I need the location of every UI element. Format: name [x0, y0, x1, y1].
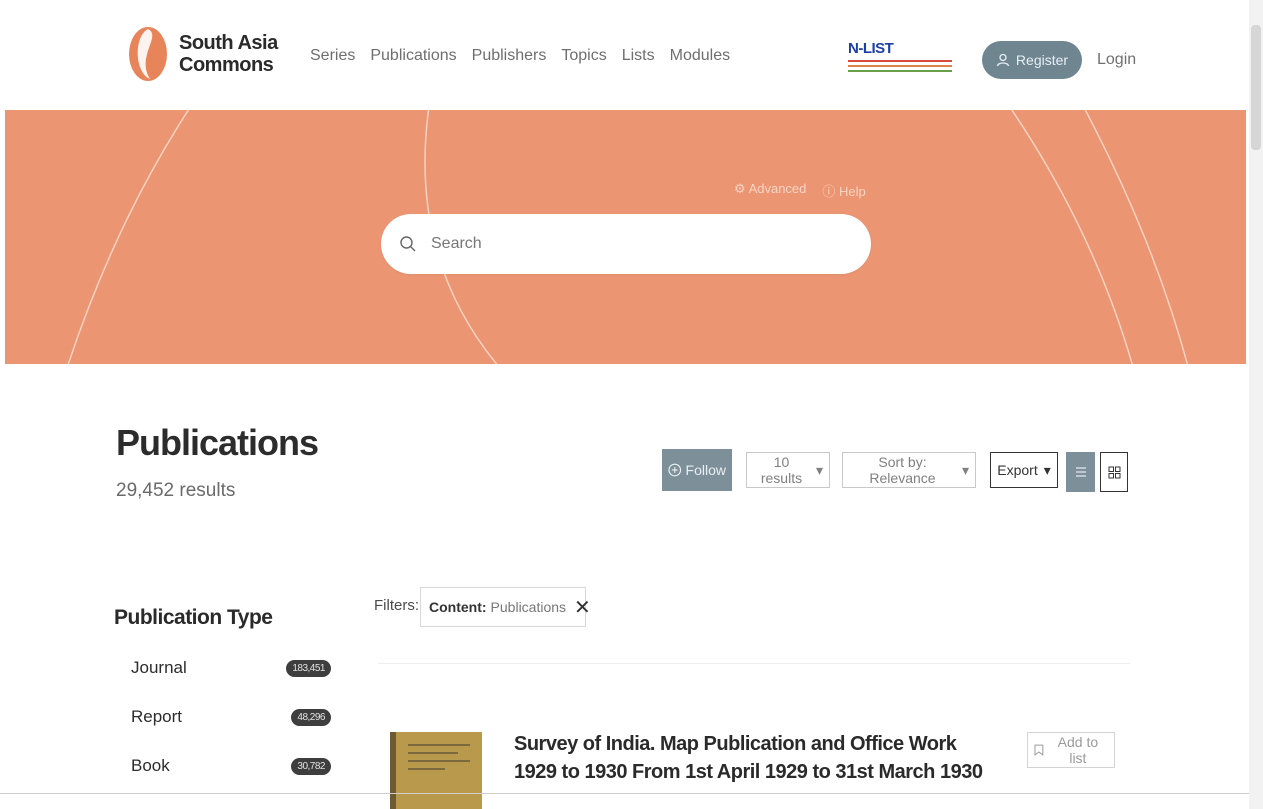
follow-button[interactable]: Follow — [662, 449, 732, 491]
grid-icon — [1108, 466, 1120, 478]
help-link[interactable]: ⓘ Help — [822, 181, 865, 200]
brand-name: South Asia Commons — [179, 32, 278, 76]
filters-label: Filters: — [374, 597, 419, 614]
facet-item-report[interactable]: Report 48,296 — [131, 705, 331, 729]
advanced-search-link[interactable]: ⚙ Advanced — [734, 181, 806, 200]
user-icon — [996, 53, 1010, 67]
nav-lists[interactable]: Lists — [622, 47, 655, 65]
sort-select[interactable]: Sort by: Relevance ▾ — [842, 452, 976, 488]
nav-topics[interactable]: Topics — [561, 47, 606, 65]
brand-name-line2: Commons — [179, 54, 274, 76]
thumbnail-cover-art — [408, 744, 470, 776]
hero-banner: ⚙ Advanced ⓘ Help — [5, 110, 1246, 364]
site-header: South Asia Commons Series Publications P… — [0, 0, 1263, 110]
brand-name-line1: South Asia — [179, 32, 278, 54]
nlist-tagline-bar — [848, 70, 952, 72]
site-logo[interactable]: South Asia Commons — [128, 26, 278, 82]
nlist-tagline-bar — [848, 65, 952, 67]
nav-publications[interactable]: Publications — [370, 47, 456, 65]
scrollbar-thumb[interactable] — [1251, 25, 1261, 150]
search-helper-links: ⚙ Advanced ⓘ Help — [734, 181, 866, 200]
facet-title-publication-type: Publication Type — [114, 606, 273, 629]
add-to-list-button[interactable]: Add to list — [1027, 732, 1115, 768]
nav-publishers[interactable]: Publishers — [472, 47, 547, 65]
export-label: Export — [997, 462, 1038, 478]
active-filter-chip[interactable]: Content: Publications ✕ — [420, 587, 591, 627]
facet-count-badge: 183,451 — [286, 659, 331, 677]
remove-filter-icon[interactable]: ✕ — [574, 595, 591, 620]
register-label: Register — [1015, 52, 1069, 68]
search-icon — [400, 236, 416, 252]
grid-view-toggle[interactable] — [1100, 452, 1128, 492]
search-bar[interactable] — [381, 214, 871, 274]
login-link[interactable]: Login — [1097, 51, 1136, 69]
follow-label: Follow — [685, 462, 726, 478]
results-per-page-value: 10 results — [760, 454, 803, 486]
facet-count-badge: 30,782 — [291, 757, 331, 775]
facet-item-label: Journal — [131, 658, 187, 677]
help-label: Help — [839, 184, 866, 199]
facet-item-book[interactable]: Book 30,782 — [131, 754, 331, 778]
main-nav: Series Publications Publishers Topics Li… — [310, 47, 730, 65]
result-title-line1: Survey of India. Map Publication and Off… — [514, 733, 957, 755]
nav-series[interactable]: Series — [310, 47, 355, 65]
filter-chip-key: Content: — [429, 599, 487, 615]
facet-count-badge: 48,296 — [291, 708, 331, 726]
results-per-page-select[interactable]: 10 results ▾ — [746, 452, 830, 488]
add-to-list-label: Add to list — [1057, 734, 1099, 766]
caret-down-icon: ▾ — [961, 461, 969, 478]
nlist-tagline-bar — [848, 60, 952, 62]
viewport-bottom-edge — [0, 793, 1249, 794]
bookmark-icon — [1034, 744, 1044, 756]
filter-chip-value: Publications — [490, 599, 567, 615]
plus-circle-icon — [668, 463, 682, 477]
facet-item-label: Book — [131, 756, 170, 775]
register-button[interactable]: Register — [982, 41, 1082, 79]
nlist-title: N-LIST — [848, 40, 894, 57]
sort-value: Sort by: Relevance — [869, 454, 936, 486]
search-input[interactable] — [429, 234, 833, 254]
logo-mark-icon — [129, 27, 167, 81]
nav-modules[interactable]: Modules — [670, 47, 730, 65]
results-count: 29,452 results — [116, 480, 236, 501]
caret-down-icon: ▾ — [815, 461, 823, 478]
results-divider — [378, 663, 1130, 664]
facet-item-label: Report — [131, 707, 183, 726]
result-title-line2: 1929 to 1930 From 1st April 1929 to 31st… — [514, 761, 983, 783]
list-view-toggle[interactable] — [1066, 452, 1095, 492]
caret-down-icon: ▾ — [1043, 461, 1051, 478]
advanced-label: Advanced — [748, 181, 807, 196]
page-title: Publications — [116, 422, 319, 463]
result-title-link[interactable]: Survey of India. Map Publication and Off… — [514, 730, 994, 786]
facet-item-journal[interactable]: Journal 183,451 — [131, 656, 331, 680]
export-button[interactable]: Export ▾ — [990, 452, 1058, 488]
nlist-partner-logo[interactable]: N-LIST — [848, 40, 958, 90]
result-thumbnail[interactable] — [390, 732, 482, 809]
list-icon — [1075, 467, 1086, 477]
